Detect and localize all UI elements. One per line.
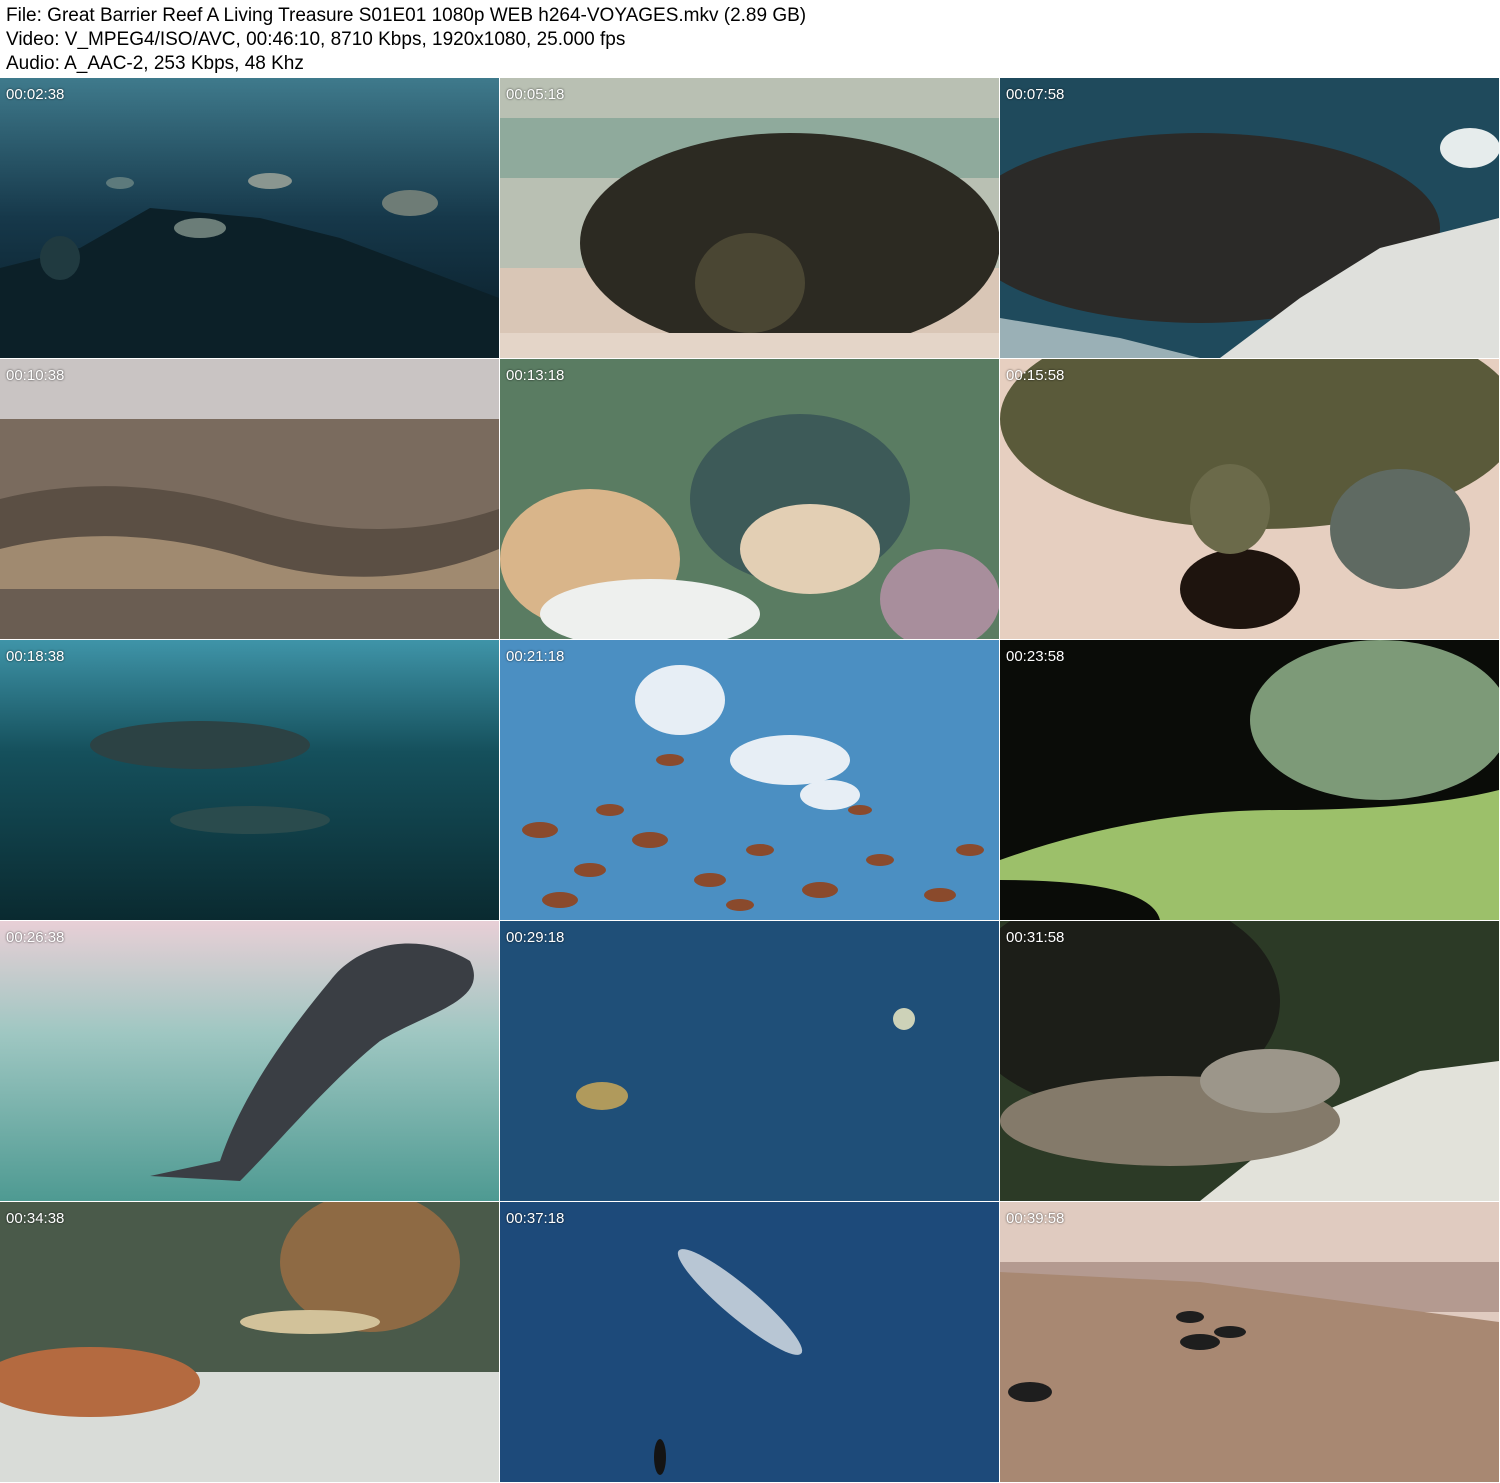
- timestamp-label: 00:34:38: [6, 1210, 65, 1227]
- timestamp-label: 00:23:58: [1006, 648, 1065, 665]
- thumbnail-turtle-beach: 00:05:18: [500, 78, 999, 358]
- thumbnail-turtle-nesting: 00:15:58: [1000, 359, 1499, 639]
- turtle-open-water-image: [500, 921, 999, 1201]
- timestamp-label: 00:31:58: [1006, 929, 1065, 946]
- hatchlings-image: [1000, 1202, 1499, 1482]
- cone-snail-image: [0, 1202, 499, 1482]
- stormy-waves-image: [0, 359, 499, 639]
- starfish-coral-image: [500, 359, 999, 639]
- media-info-header: File: Great Barrier Reef A Living Treasu…: [0, 0, 1500, 78]
- thumbnail-turtle-open-water: 00:29:18: [500, 921, 999, 1201]
- turtle-nesting-image: [1000, 359, 1499, 639]
- thumbnail-starfish-coral: 00:13:18: [500, 359, 999, 639]
- thumbnail-stormy-waves: 00:10:38: [0, 359, 499, 639]
- timestamp-label: 00:29:18: [506, 929, 565, 946]
- timestamp-label: 00:02:38: [6, 86, 65, 103]
- timestamp-label: 00:07:58: [1006, 86, 1065, 103]
- audio-info: Audio: A_AAC-2, 253 Kbps, 48 Khz: [6, 53, 304, 74]
- coral-spawning-image: [1000, 640, 1499, 920]
- dugong-image: [0, 921, 499, 1201]
- timestamp-label: 00:39:58: [1006, 1210, 1065, 1227]
- timestamp-label: 00:10:38: [6, 367, 65, 384]
- timestamp-label: 00:18:38: [6, 648, 65, 665]
- timestamp-label: 00:37:18: [506, 1210, 565, 1227]
- thumbnail-goby-fish: 00:31:58: [1000, 921, 1499, 1201]
- thumbnail-coral-spawning: 00:23:58: [1000, 640, 1499, 920]
- whale-diver-image: [500, 1202, 999, 1482]
- whale-sharks-image: [0, 640, 499, 920]
- thumbnail-whale-diver: 00:37:18: [500, 1202, 999, 1482]
- thumbnail-hatchlings: 00:39:58: [1000, 1202, 1499, 1482]
- goby-fish-image: [1000, 921, 1499, 1201]
- thumbnail-grid: 00:02:38 00:05:18 00:07:58 00:10:38 00:1…: [0, 78, 1500, 1483]
- timestamp-label: 00:13:18: [506, 367, 565, 384]
- thumbnail-whale-sharks: 00:18:38: [0, 640, 499, 920]
- turtle-surf-image: [1000, 78, 1499, 358]
- turtle-beach-image: [500, 78, 999, 358]
- thumbnail-cone-snail: 00:34:38: [0, 1202, 499, 1482]
- timestamp-label: 00:05:18: [506, 86, 565, 103]
- timestamp-label: 00:26:38: [6, 929, 65, 946]
- file-info: File: Great Barrier Reef A Living Treasu…: [6, 5, 807, 26]
- thumbnail-sea-turtles-reef: 00:02:38: [0, 78, 499, 358]
- thumbnail-fish-school: 00:21:18: [500, 640, 999, 920]
- timestamp-label: 00:15:58: [1006, 367, 1065, 384]
- fish-school-image: [500, 640, 999, 920]
- timestamp-label: 00:21:18: [506, 648, 565, 665]
- video-info: Video: V_MPEG4/ISO/AVC, 00:46:10, 8710 K…: [6, 29, 626, 50]
- thumbnail-turtle-surf: 00:07:58: [1000, 78, 1499, 358]
- thumbnail-dugong: 00:26:38: [0, 921, 499, 1201]
- sea-turtles-reef-image: [0, 78, 499, 358]
